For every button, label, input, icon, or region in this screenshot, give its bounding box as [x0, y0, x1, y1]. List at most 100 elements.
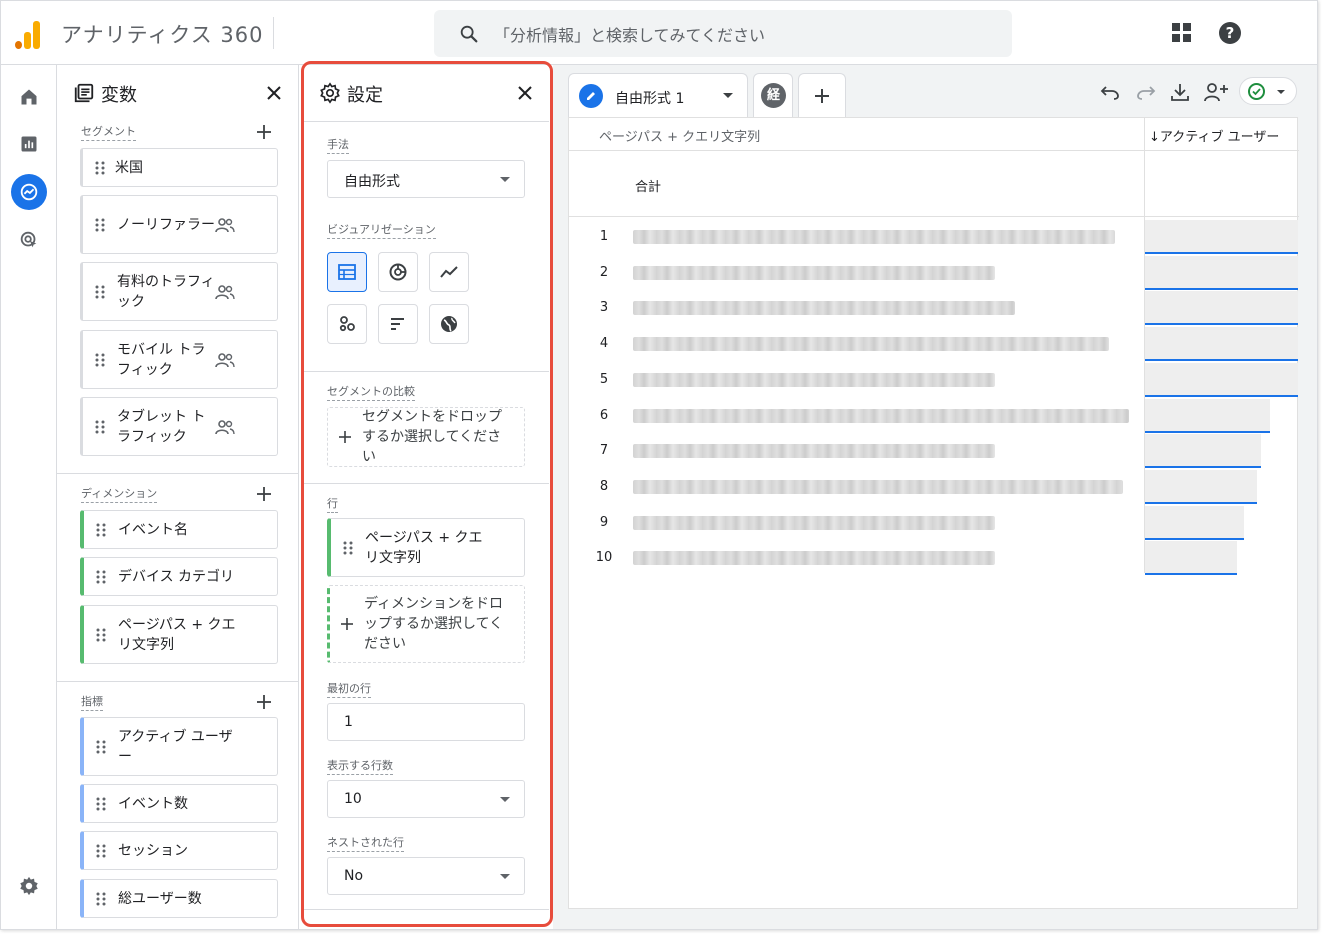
drag-handle-icon[interactable] [343, 541, 353, 555]
line-viz-icon[interactable] [429, 252, 469, 292]
users-icon [215, 419, 235, 434]
rows-label: 行 [327, 495, 338, 513]
table-row[interactable]: 6 [569, 398, 1299, 434]
segment-chip[interactable]: 米国 [80, 148, 278, 187]
donut-viz-icon[interactable] [378, 252, 418, 292]
analytics-logo[interactable] [15, 19, 43, 49]
drag-handle-icon[interactable] [96, 570, 106, 584]
table-viz-icon[interactable] [327, 252, 367, 292]
tab-freeform[interactable]: 自由形式 1 [568, 73, 748, 117]
add-metric-icon[interactable] [255, 693, 273, 711]
exploration-canvas: 自由形式 1 経 ページパス + クエリ文字列 ↓アクティブ ユーザー 合計 1… [553, 65, 1317, 929]
drag-handle-icon[interactable] [96, 523, 106, 537]
close-icon[interactable] [262, 81, 286, 105]
nested-rows-select[interactable]: No [327, 857, 525, 895]
header-divider [273, 17, 274, 49]
table-row[interactable]: 9 [569, 505, 1299, 541]
advertising-icon[interactable] [11, 222, 47, 258]
tab-path[interactable]: 経 [753, 73, 793, 117]
drag-handle-icon[interactable] [96, 628, 106, 642]
row-drop-zone[interactable]: ディメンションをドロップするか選択してください [327, 585, 525, 663]
table-row[interactable]: 7 [569, 433, 1299, 469]
add-dimension-icon[interactable] [255, 485, 273, 503]
dimension-column-header[interactable]: ページパス + クエリ文字列 [599, 126, 760, 145]
segment-chip[interactable]: モバイル トラフィック [80, 330, 278, 389]
check-icon [1248, 83, 1265, 100]
metric-bar [1145, 287, 1298, 290]
segment-chip[interactable]: タブレット トラフィック [80, 397, 278, 456]
drag-handle-icon[interactable] [95, 218, 105, 232]
dimension-label: イベント名 [118, 521, 188, 538]
drag-handle-icon[interactable] [95, 285, 105, 299]
metric-bar [1145, 359, 1298, 362]
blurred-page-path [633, 372, 995, 387]
drag-handle-icon[interactable] [96, 797, 106, 811]
table-row[interactable]: 2 [569, 255, 1299, 291]
row-dimension-chip[interactable]: ページパス + クエリ文字列 [327, 518, 525, 577]
segment-drop-zone[interactable]: セグメントをドロップするか選択してください [327, 407, 525, 467]
undo-icon[interactable] [1099, 81, 1121, 103]
tab-label: 自由形式 1 [615, 91, 685, 107]
show-rows-label: 表示する行数 [327, 757, 393, 775]
geo-viz-icon[interactable] [429, 304, 469, 344]
metric-column-header[interactable]: ↓アクティブ ユーザー [1149, 126, 1279, 145]
metric-chip[interactable]: セッション [80, 831, 278, 870]
drag-handle-icon[interactable] [95, 420, 105, 434]
dimension-chip[interactable]: イベント名 [80, 510, 278, 549]
blurred-page-path [633, 301, 1015, 316]
segment-label: 有料のトラフィック [117, 273, 215, 310]
settings-gear-icon[interactable] [11, 868, 47, 904]
section-divider [57, 681, 299, 682]
metric-bar-background [1145, 362, 1298, 396]
metric-chip[interactable]: アクティブ ユーザー [80, 717, 278, 776]
nested-rows-label: ネストされた行 [327, 834, 404, 852]
table-row[interactable]: 10 [569, 540, 1299, 576]
drag-handle-icon[interactable] [96, 892, 106, 906]
metric-chip[interactable]: イベント数 [80, 784, 278, 823]
nested-rows-value: No [344, 868, 364, 884]
help-icon[interactable]: ? [1219, 22, 1241, 44]
metric-bar [1145, 573, 1237, 576]
chevron-down-icon [500, 874, 510, 879]
explore-icon[interactable] [11, 174, 47, 210]
redo-icon[interactable] [1135, 81, 1157, 103]
dimension-chip[interactable]: デバイス カテゴリ [80, 557, 278, 596]
drag-handle-icon[interactable] [95, 353, 105, 367]
segment-chip[interactable]: ノーリファラー [80, 195, 278, 254]
add-segment-icon[interactable] [255, 123, 273, 141]
table-row[interactable]: 4 [569, 326, 1299, 362]
table-row[interactable]: 3 [569, 290, 1299, 326]
share-icon[interactable] [1203, 81, 1229, 103]
search-bar[interactable]: 「分析情報」と検索してみてください [434, 10, 1012, 57]
home-icon[interactable] [11, 79, 47, 115]
row-number: 7 [599, 443, 609, 459]
blurred-page-path [633, 551, 995, 566]
table-row[interactable]: 8 [569, 469, 1299, 505]
table-row[interactable]: 5 [569, 362, 1299, 398]
apps-icon[interactable] [1172, 23, 1192, 43]
bar-viz-icon[interactable] [378, 304, 418, 344]
scatter-viz-icon[interactable] [327, 304, 367, 344]
download-icon[interactable] [1169, 81, 1191, 103]
drag-handle-icon[interactable] [95, 161, 105, 175]
dimension-chip[interactable]: ページパス + クエリ文字列 [80, 605, 278, 664]
metric-chip[interactable]: 総ユーザー数 [80, 879, 278, 918]
drag-handle-icon[interactable] [96, 844, 106, 858]
reports-icon[interactable] [11, 126, 47, 162]
edit-icon [579, 84, 603, 108]
first-row-input[interactable]: 1 [327, 703, 525, 741]
chevron-down-icon[interactable] [723, 93, 733, 98]
technique-select[interactable]: 自由形式 [327, 160, 525, 198]
segment-chip[interactable]: 有料のトラフィック [80, 262, 278, 321]
show-rows-select[interactable]: 10 [327, 780, 525, 818]
add-tab-button[interactable] [798, 73, 846, 117]
metric-bar-background [1145, 434, 1261, 468]
status-button[interactable] [1239, 77, 1297, 105]
table-row[interactable]: 1 [569, 219, 1299, 255]
search-icon [460, 25, 478, 43]
metric-bar [1145, 537, 1244, 540]
technique-value: 自由形式 [344, 174, 400, 190]
drag-handle-icon[interactable] [96, 740, 106, 754]
metric-bar-background [1145, 398, 1270, 432]
close-icon[interactable] [513, 81, 537, 105]
